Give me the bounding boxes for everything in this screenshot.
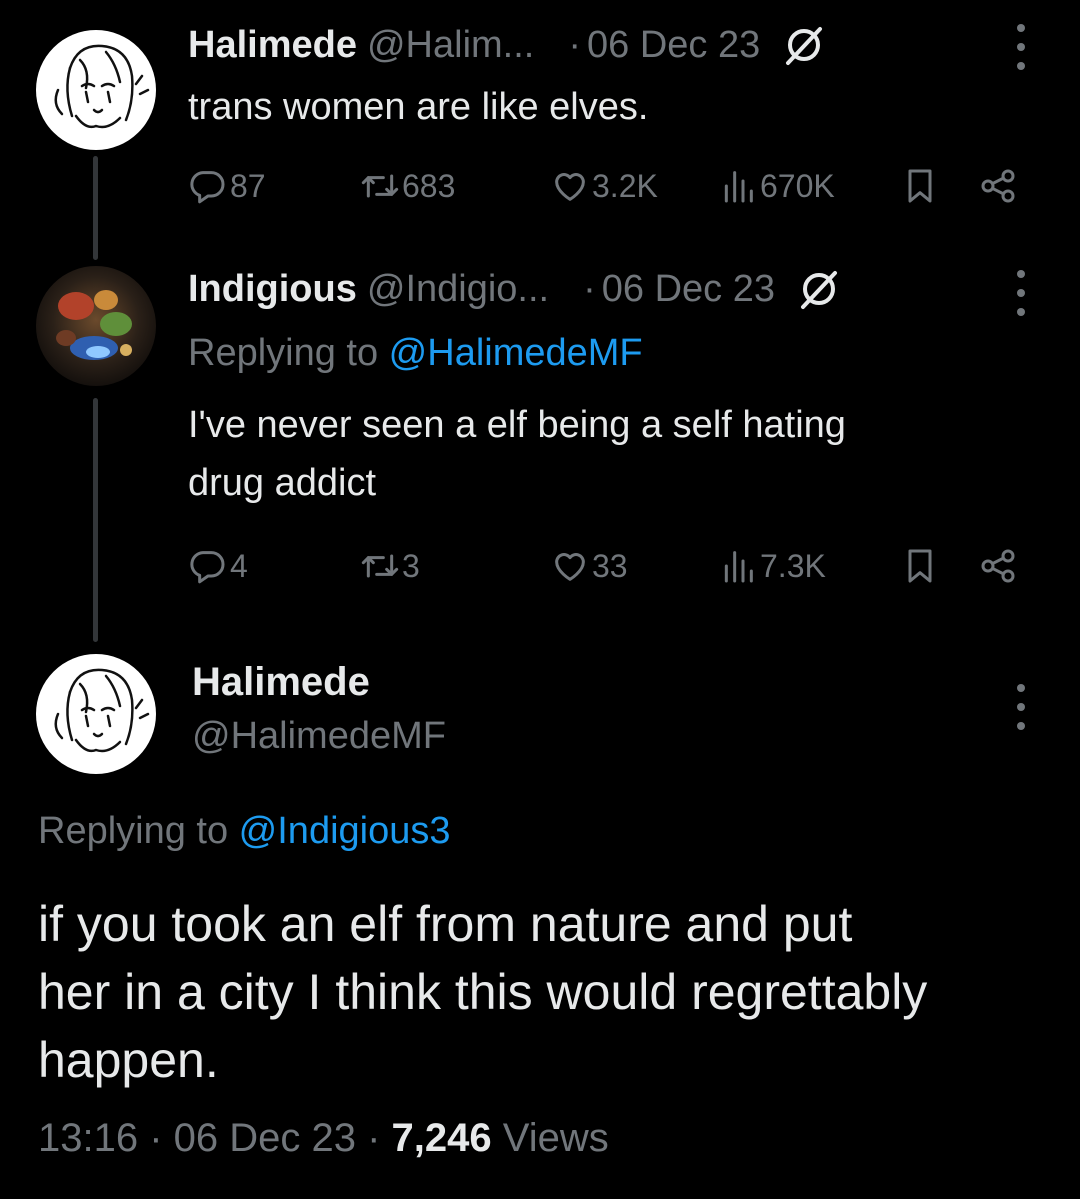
bookmark-button[interactable] [900,162,940,210]
main-tweet-meta: 13:16 · 06 Dec 23 · 7,246 Views [38,1116,609,1161]
avatar-sketch-image [54,44,150,129]
main-tweet-views-count[interactable]: 7,246 [392,1116,492,1160]
bookmark-icon [908,549,932,583]
like-icon [555,173,585,201]
retweet-button[interactable]: 3 [360,542,420,590]
tweet-2-author-handle[interactable]: @Indigio... [367,268,549,311]
thread-connector-1 [93,156,98,260]
main-tweet-author-handle[interactable]: @HalimedeMF [192,715,446,758]
slash-icon [786,27,823,65]
more-icon[interactable] [1011,684,1031,730]
tweet-2-author-name[interactable]: Indigious [188,268,357,311]
reply-icon [190,551,225,584]
tweet-2-replying-to: Replying to @HalimedeMF [188,332,643,375]
avatar-sketch-image [54,668,150,753]
tweet-2-separator: · [583,267,596,310]
share-button[interactable] [978,542,1018,590]
tweet-1-text: trans women are like elves. [188,86,649,128]
avatar-indigious[interactable] [36,266,156,386]
retweet-icon [361,554,399,578]
tweet-1-author-handle[interactable]: @Halim... [367,24,534,67]
bookmark-icon [908,169,932,203]
tweet-1-actions: 87 683 3.2K 670K [188,162,1038,210]
replying-prefix: Replying to [38,810,239,852]
main-tweet-date[interactable]: 06 Dec 23 [174,1116,356,1160]
reply-button[interactable]: 87 [188,162,266,210]
tweet-1-separator: · [568,23,581,66]
more-icon[interactable] [1011,24,1031,70]
tweet-2-actions: 4 3 33 7.3K [188,542,1038,590]
main-tweet-text-line-1: if you took an elf from nature and put [38,896,853,952]
reply-count: 87 [230,167,266,204]
avatar-halimede[interactable] [36,30,156,150]
tweet-1-header: Halimede @Halim... · 06 Dec 23 [188,20,826,70]
views-count: 7.3K [760,547,826,584]
like-icon [555,553,585,581]
replying-prefix: Replying to [188,332,389,374]
retweet-button[interactable]: 683 [360,162,455,210]
views-icon [724,551,753,583]
views-count: 670K [760,167,835,204]
like-button[interactable]: 33 [550,542,628,590]
thread-connector-2 [93,398,98,642]
tweet-2-header: Indigious @Indigio... · 06 Dec 23 [188,264,841,314]
tweet-1-date[interactable]: 06 Dec 23 [587,24,760,67]
main-tweet-author-name[interactable]: Halimede [192,660,370,705]
reply-button[interactable]: 4 [188,542,248,590]
retweet-count: 683 [402,167,456,204]
like-count: 33 [592,547,628,584]
main-tweet-text-line-2: her in a city I think this would regrett… [38,964,928,1020]
bookmark-button[interactable] [900,542,940,590]
main-tweet-time[interactable]: 13:16 [38,1116,138,1160]
views-icon [724,171,753,203]
like-button[interactable]: 3.2K [550,162,658,210]
tweet-2-date[interactable]: 06 Dec 23 [602,268,775,311]
tweet-2-text-line-2: drug addict [188,462,377,504]
share-button[interactable] [978,162,1018,210]
share-icon [981,169,1015,203]
views-button[interactable]: 670K [718,162,835,210]
avatar-game-image [36,266,156,386]
retweet-count: 3 [402,547,420,584]
main-tweet-replying-to: Replying to @Indigious3 [38,810,451,853]
thread-page: Halimede @Halim... · 06 Dec 23 trans wom… [0,0,1080,1199]
main-tweet-views-label: Views [491,1116,609,1160]
reply-icon [190,171,225,204]
replying-handle-link[interactable]: @Indigious3 [239,810,451,852]
more-icon[interactable] [1011,270,1031,316]
views-button[interactable]: 7.3K [718,542,826,590]
main-tweet-text: if you took an elf from nature and put h… [38,890,1048,1094]
tweet-1-author-name[interactable]: Halimede [188,24,357,67]
share-icon [981,549,1015,583]
retweet-icon [361,174,399,198]
meta-separator: · [356,1116,392,1160]
meta-separator: · [138,1116,174,1160]
replying-handle-link[interactable]: @HalimedeMF [389,332,643,374]
like-count: 3.2K [592,167,658,204]
reply-count: 4 [230,547,248,584]
main-tweet-text-line-3: happen. [38,1032,219,1088]
avatar-halimede-main[interactable] [36,654,156,774]
slash-icon [801,271,837,309]
tweet-2-text-line-1: I've never seen a elf being a self hatin… [188,404,846,446]
